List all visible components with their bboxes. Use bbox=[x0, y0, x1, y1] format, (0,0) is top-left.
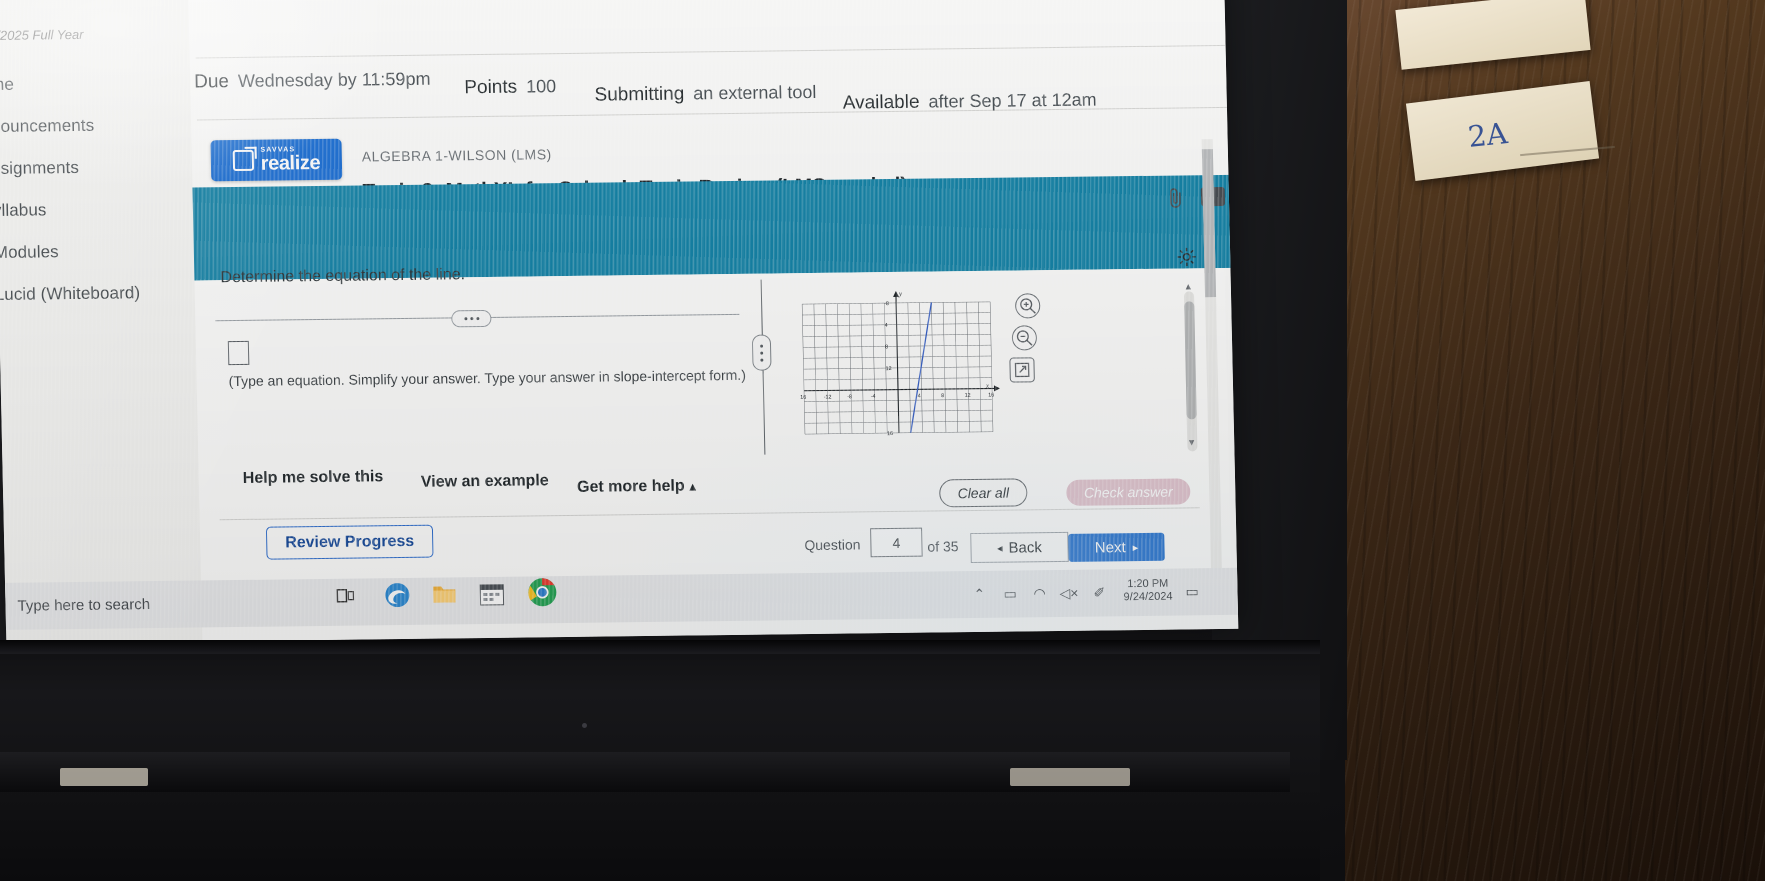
calendar-icon[interactable] bbox=[479, 582, 505, 611]
meta-due: Due Wednesday by 11:59pm bbox=[194, 69, 431, 94]
expand-graph-icon[interactable] bbox=[1009, 357, 1035, 383]
savvas-realize-launch-button[interactable]: SAVVAS realize bbox=[210, 138, 343, 182]
meta-submitting: Submitting an external tool bbox=[594, 82, 816, 107]
next-caret-icon: ▸ bbox=[1132, 541, 1139, 554]
svg-text:4: 4 bbox=[918, 393, 921, 399]
coordinate-graph[interactable]: 16 -12 -8 -4 4 8 12 16 16 12 8 4 -8 x y bbox=[794, 284, 1003, 451]
svg-text:-12: -12 bbox=[824, 394, 832, 400]
meta-submitting-value: an external tool bbox=[693, 81, 817, 104]
laptop-screen: 4/2025 Full Year me nouncements ssignmen… bbox=[0, 0, 1239, 644]
svg-text:4: 4 bbox=[885, 323, 888, 329]
sidebar-item-lucid-whiteboard[interactable]: Lucid (Whiteboard) bbox=[0, 272, 195, 316]
svg-text:-8: -8 bbox=[884, 301, 889, 307]
meta-due-value: Wednesday by 11:59pm bbox=[237, 68, 431, 91]
meta-points-key: Points bbox=[464, 76, 518, 99]
svg-text:16: 16 bbox=[988, 392, 994, 398]
back-caret-icon: ◂ bbox=[996, 542, 1003, 555]
realize-wordmark: realize bbox=[260, 151, 321, 175]
answer-input[interactable] bbox=[227, 340, 250, 366]
external-link-icon bbox=[232, 149, 254, 172]
base-indicator-dot bbox=[582, 723, 587, 728]
chrome-browser-icon[interactable] bbox=[527, 577, 558, 612]
edge-browser-icon[interactable] bbox=[383, 581, 412, 614]
volume-icon[interactable]: ◁× bbox=[1059, 585, 1078, 602]
svg-text:12: 12 bbox=[886, 366, 892, 372]
course-name-label: ALGEBRA 1-WILSON (LMS) bbox=[361, 146, 552, 165]
get-more-help-link[interactable]: Get more help ▴ bbox=[577, 477, 696, 496]
savvas-realize-logo: SAVVAS realize bbox=[260, 146, 320, 174]
exercise-scroll-up-icon[interactable]: ▲ bbox=[1184, 281, 1193, 291]
exercise-scroll-down-icon[interactable]: ▼ bbox=[1187, 437, 1196, 447]
next-button[interactable]: Next ▸ bbox=[1068, 532, 1165, 562]
keyboard-key-right bbox=[1010, 768, 1130, 786]
course-nav-list: me nouncements ssignments yllabus Module… bbox=[0, 62, 195, 316]
wifi-icon[interactable]: ◠ bbox=[1033, 585, 1046, 602]
taskbar-clock[interactable]: 1:20 PM 9/24/2024 bbox=[1123, 578, 1173, 605]
next-label: Next bbox=[1094, 538, 1126, 557]
file-explorer-icon[interactable] bbox=[431, 582, 458, 611]
svg-text:8: 8 bbox=[941, 393, 944, 399]
svg-text:8: 8 bbox=[885, 344, 888, 350]
show-hidden-icons[interactable]: ⌃ bbox=[973, 586, 985, 603]
back-button[interactable]: ◂ Back bbox=[970, 531, 1069, 564]
sidebar-item-home[interactable]: me bbox=[0, 62, 191, 106]
sidebar-item-announcements[interactable]: nouncements bbox=[0, 104, 192, 148]
more-options-icon[interactable] bbox=[451, 309, 492, 328]
pen-icon[interactable]: ✐ bbox=[1093, 584, 1105, 601]
gear-icon[interactable] bbox=[1176, 246, 1197, 267]
question-prompt: Determine the equation of the line. bbox=[220, 266, 466, 287]
notifications-icon[interactable]: ▭ bbox=[1185, 583, 1199, 600]
get-more-help-label: Get more help bbox=[576, 477, 685, 496]
svg-text:-4: -4 bbox=[871, 394, 876, 400]
handwritten-note-text: 2A bbox=[1466, 116, 1510, 154]
meta-available-value: after Sep 17 at 12am bbox=[928, 89, 1097, 112]
sidebar-item-modules[interactable]: Modules bbox=[0, 230, 194, 274]
meta-available-key: Available bbox=[842, 91, 920, 114]
laptop-hinge bbox=[0, 640, 1320, 654]
check-answer-button[interactable]: Check answer bbox=[1066, 478, 1191, 506]
graph-y-axis-label: y bbox=[898, 290, 903, 298]
svg-text:16: 16 bbox=[887, 431, 893, 437]
photo-scene: 2A 4/2025 Full Year me nouncements ssign… bbox=[0, 0, 1765, 881]
sidebar-item-syllabus[interactable]: yllabus bbox=[0, 188, 193, 232]
clear-all-button[interactable]: Clear all bbox=[938, 478, 1028, 508]
graph-axes bbox=[804, 290, 1001, 433]
zoom-out-icon[interactable] bbox=[1011, 325, 1038, 351]
meta-available: Available after Sep 17 at 12am bbox=[843, 90, 1097, 115]
zoom-in-icon[interactable] bbox=[1014, 293, 1041, 319]
meta-submitting-key: Submitting bbox=[594, 83, 685, 106]
caret-up-icon: ▴ bbox=[689, 479, 696, 494]
panel-splitter-handle[interactable] bbox=[751, 334, 772, 371]
task-view-icon[interactable] bbox=[335, 586, 356, 611]
question-label: Question bbox=[804, 536, 861, 554]
sidebar-item-assignments[interactable]: ssignments bbox=[0, 146, 192, 190]
course-sidebar: 4/2025 Full Year me nouncements ssignmen… bbox=[0, 0, 202, 598]
meta-points-value: 100 bbox=[525, 76, 557, 97]
question-total-label: of 35 bbox=[927, 538, 959, 555]
term-label: 4/2025 Full Year bbox=[0, 26, 84, 44]
clock-date: 9/24/2024 bbox=[1123, 590, 1173, 604]
question-number-input[interactable]: 4 bbox=[870, 527, 923, 558]
battery-icon[interactable]: ▭ bbox=[1003, 585, 1017, 602]
svg-text:16: 16 bbox=[800, 395, 806, 401]
meta-points: Points 100 bbox=[464, 76, 556, 99]
mathxl-header-band-texture bbox=[192, 174, 1239, 281]
help-me-solve-this-link[interactable]: Help me solve this bbox=[243, 468, 384, 488]
graph-svg: 16 -12 -8 -4 4 8 12 16161284-8 x y bbox=[800, 290, 1001, 437]
search-input[interactable]: Type here to search bbox=[11, 586, 302, 622]
review-progress-button[interactable]: Review Progress bbox=[265, 524, 434, 560]
back-label: Back bbox=[1008, 538, 1043, 557]
svg-text:-8: -8 bbox=[847, 394, 852, 400]
view-an-example-link[interactable]: View an example bbox=[421, 472, 549, 492]
clock-time: 1:20 PM bbox=[1127, 577, 1169, 591]
search-placeholder: Type here to search bbox=[17, 595, 151, 615]
attachment-icon[interactable] bbox=[1167, 186, 1185, 208]
svg-text:12: 12 bbox=[965, 393, 971, 399]
keyboard-key-left bbox=[60, 768, 148, 786]
meta-due-key: Due bbox=[193, 71, 230, 93]
